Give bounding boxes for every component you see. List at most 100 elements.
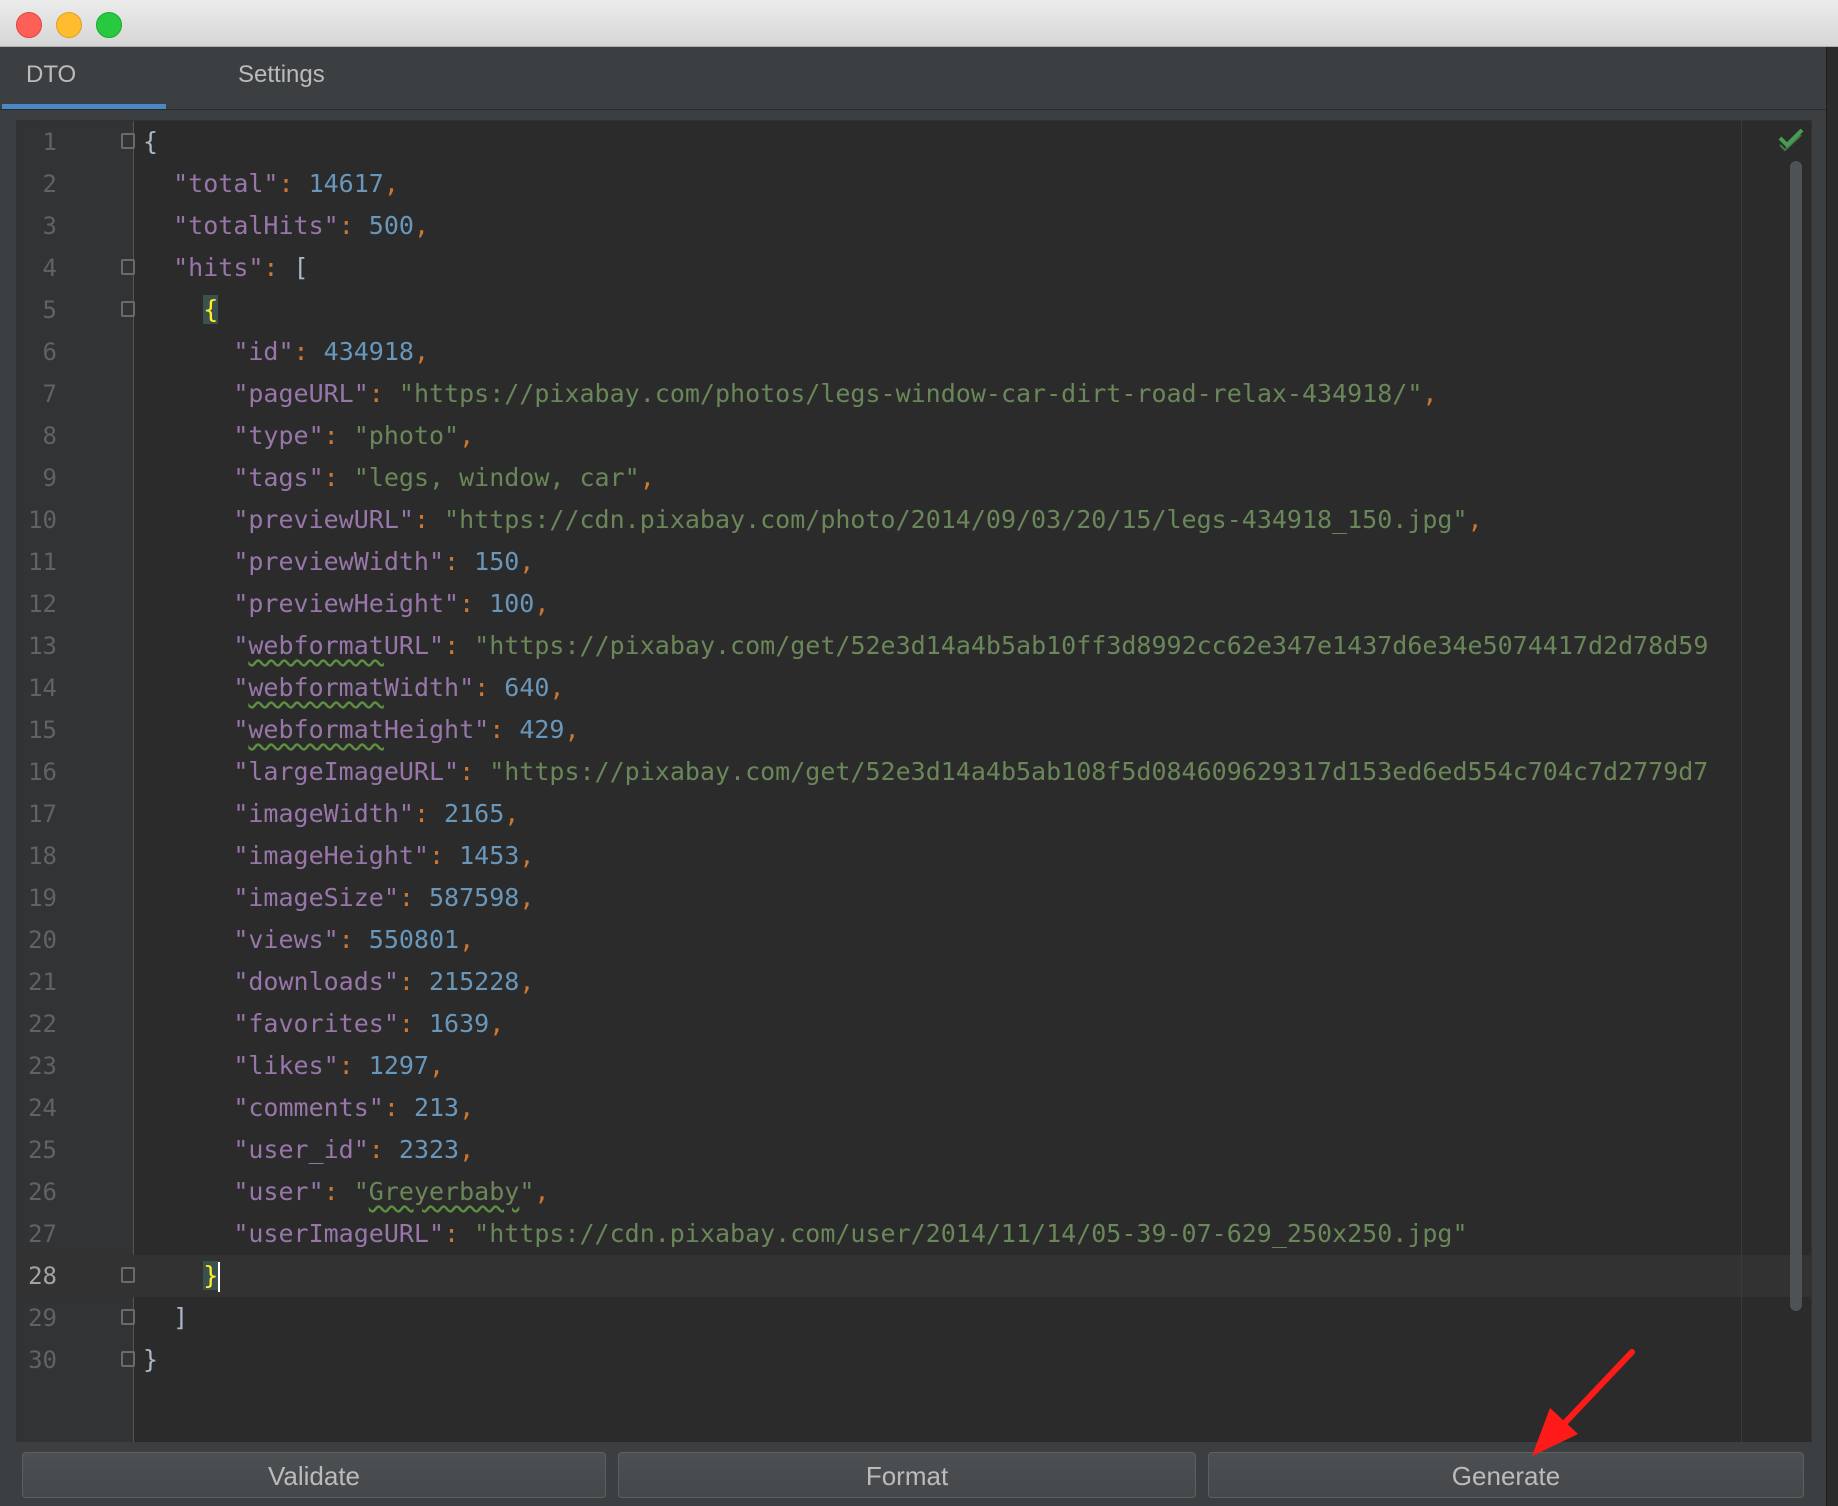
minimize-window-button[interactable] xyxy=(56,12,82,38)
code-token: "userImageURL" xyxy=(233,1219,445,1248)
code-token: : xyxy=(278,169,309,198)
code-line[interactable]: 5 { xyxy=(17,289,1811,331)
code-token: , xyxy=(489,1009,505,1038)
text-caret xyxy=(218,1262,221,1292)
fold-marker-icon[interactable] xyxy=(121,1267,135,1283)
fold-marker-icon[interactable] xyxy=(121,301,135,317)
line-number: 22 xyxy=(28,1010,57,1038)
code-token: "totalHits" xyxy=(173,211,339,240)
line-number: 25 xyxy=(28,1136,57,1164)
code-text: "imageHeight": 1453, xyxy=(143,835,534,877)
code-line[interactable]: 6 "id": 434918, xyxy=(17,331,1811,373)
fold-marker-icon[interactable] xyxy=(121,259,135,275)
code-line[interactable]: 25 "user_id": 2323, xyxy=(17,1129,1811,1171)
code-token: 550801 xyxy=(368,925,460,954)
code-line[interactable]: 18 "imageHeight": 1453, xyxy=(17,835,1811,877)
code-token: : xyxy=(338,925,369,954)
code-token: "imageWidth" xyxy=(233,799,414,828)
code-text: "type": "photo", xyxy=(143,415,474,457)
line-number: 2 xyxy=(42,170,57,198)
code-text: { xyxy=(143,121,158,163)
code-token: , xyxy=(534,589,550,618)
code-token: } xyxy=(143,1345,159,1374)
code-line[interactable]: 10 "previewURL": "https://cdn.pixabay.co… xyxy=(17,499,1811,541)
fold-marker-icon[interactable] xyxy=(121,133,135,149)
code-token: : xyxy=(263,253,294,282)
code-token: " xyxy=(233,631,249,660)
code-line[interactable]: 19 "imageSize": 587598, xyxy=(17,877,1811,919)
code-text: "largeImageURL": "https://pixabay.com/ge… xyxy=(143,751,1708,793)
code-text: "total": 14617, xyxy=(143,163,399,205)
code-token: "user_id" xyxy=(233,1135,369,1164)
code-line[interactable]: 24 "comments": 213, xyxy=(17,1087,1811,1129)
validate-button[interactable]: Validate xyxy=(22,1452,606,1498)
code-text: "views": 550801, xyxy=(143,919,474,961)
code-token: "total" xyxy=(173,169,279,198)
code-line[interactable]: 21 "downloads": 215228, xyxy=(17,961,1811,1003)
code-line[interactable]: 22 "favorites": 1639, xyxy=(17,1003,1811,1045)
code-token: "largeImageURL" xyxy=(233,757,460,786)
maximize-window-button[interactable] xyxy=(96,12,122,38)
line-number: 15 xyxy=(28,716,57,744)
code-line[interactable]: 9 "tags": "legs, window, car", xyxy=(17,457,1811,499)
code-line[interactable]: 3 "totalHits": 500, xyxy=(17,205,1811,247)
code-line[interactable]: 27 "userImageURL": "https://cdn.pixabay.… xyxy=(17,1213,1811,1255)
line-number: 21 xyxy=(28,968,57,996)
code-token: 640 xyxy=(504,673,550,702)
json-editor[interactable]: 1{2 "total": 14617, 3 "totalHits": 500, 4 … xyxy=(16,120,1812,1444)
line-number: 5 xyxy=(42,296,57,324)
code-line[interactable]: 14 "webformatWidth": 640, xyxy=(17,667,1811,709)
code-line[interactable]: 28 } xyxy=(17,1255,1811,1297)
fold-marker-icon[interactable] xyxy=(121,1351,135,1367)
code-line[interactable]: 17 "imageWidth": 2165, xyxy=(17,793,1811,835)
code-line[interactable]: 16 "largeImageURL": "https://pixabay.com… xyxy=(17,751,1811,793)
code-line[interactable]: 13 "webformatURL": "https://pixabay.com/… xyxy=(17,625,1811,667)
code-line[interactable]: 26 "user": "Greyerbaby", xyxy=(17,1171,1811,1213)
generate-button[interactable]: Generate xyxy=(1208,1452,1804,1498)
code-token: "hits" xyxy=(173,253,264,282)
code-line[interactable]: 29 ] xyxy=(17,1297,1811,1339)
code-line[interactable]: 11 "previewWidth": 150, xyxy=(17,541,1811,583)
code-token: 500 xyxy=(368,211,414,240)
code-line[interactable]: 23 "likes": 1297, xyxy=(17,1045,1811,1087)
code-token: ] xyxy=(173,1303,189,1332)
code-token: " xyxy=(353,1177,369,1206)
code-token: 2165 xyxy=(444,799,505,828)
tab-bar: DTO Generator Settings xyxy=(0,47,1826,144)
code-token: "previewHeight" xyxy=(233,589,460,618)
code-line[interactable]: 15 "webformatHeight": 429, xyxy=(17,709,1811,751)
code-token: " xyxy=(233,715,249,744)
inspection-ok-icon xyxy=(1778,128,1804,152)
code-line[interactable]: 7 "pageURL": "https://pixabay.com/photos… xyxy=(17,373,1811,415)
code-token: 434918 xyxy=(323,337,414,366)
code-line[interactable]: 12 "previewHeight": 100, xyxy=(17,583,1811,625)
code-token: "downloads" xyxy=(233,967,399,996)
code-token: Greyerbaby xyxy=(368,1177,520,1206)
tab-dto-generator[interactable]: DTO Generator xyxy=(2,47,166,144)
close-window-button[interactable] xyxy=(16,12,42,38)
code-line[interactable]: 4 "hits": [ xyxy=(17,247,1811,289)
fold-marker-icon[interactable] xyxy=(121,1309,135,1325)
format-button[interactable]: Format xyxy=(618,1452,1196,1498)
code-token: , xyxy=(549,673,565,702)
code-line[interactable]: 2 "total": 14617, xyxy=(17,163,1811,205)
code-token: , xyxy=(1467,505,1483,534)
tab-settings[interactable]: Settings xyxy=(214,47,349,109)
code-line[interactable]: 20 "views": 550801, xyxy=(17,919,1811,961)
code-token: 429 xyxy=(519,715,565,744)
code-token: "photo" xyxy=(353,421,460,450)
line-number: 23 xyxy=(28,1052,57,1080)
code-token: : xyxy=(413,799,445,828)
code-text: "favorites": 1639, xyxy=(143,1003,504,1045)
vertical-scrollbar[interactable] xyxy=(1790,161,1802,1311)
code-token: "https://cdn.pixabay.com/photo/2014/09/0… xyxy=(444,505,1468,534)
line-number: 17 xyxy=(28,800,57,828)
code-token: "user" xyxy=(233,1177,324,1206)
code-line[interactable]: 8 "type": "photo", xyxy=(17,415,1811,457)
code-token: [ xyxy=(293,253,309,282)
code-line[interactable]: 1{ xyxy=(17,121,1811,163)
